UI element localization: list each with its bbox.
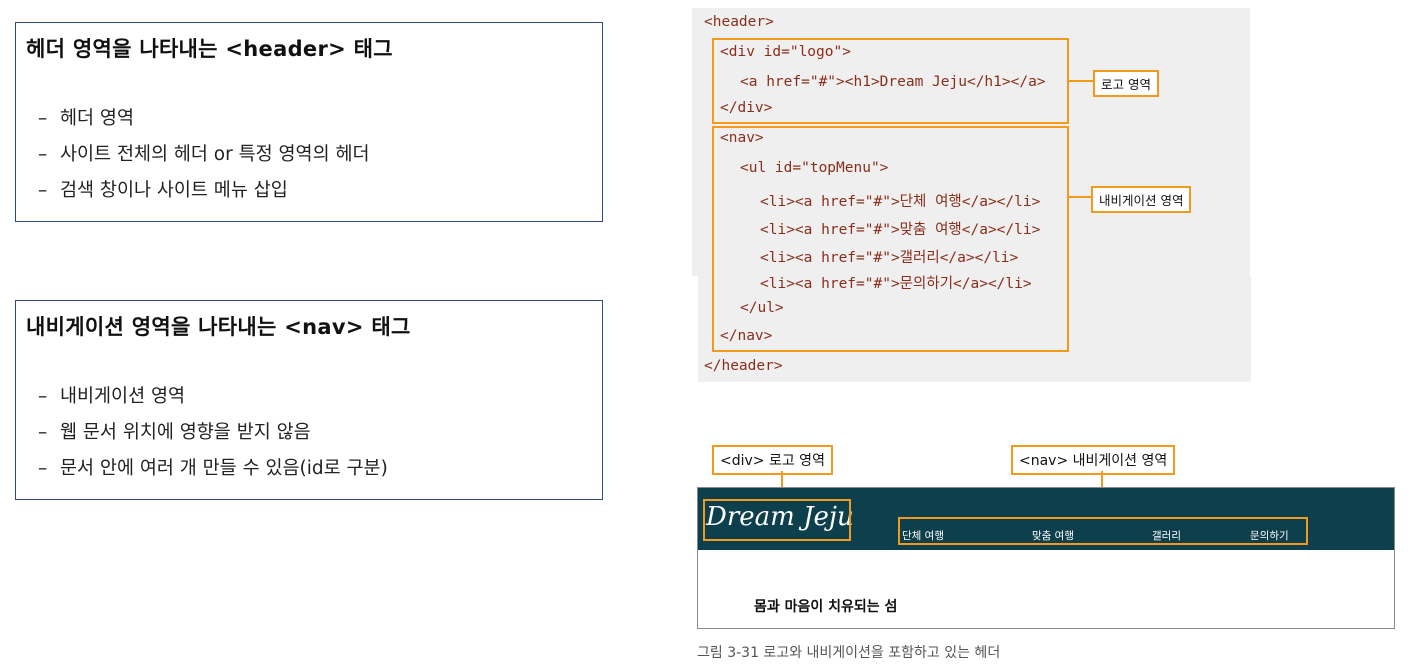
nav-box-list: – 내비게이션 영역 – 웹 문서 위치에 영향을 받지 않음 – 문서 안에 여러 … (38, 379, 388, 487)
logo-label-connector (1069, 80, 1093, 82)
logo-code-highlight (712, 38, 1069, 124)
figure-caption: 그림 3-31 로고와 내비게이션을 포함하고 있는 헤더 (697, 645, 1001, 661)
code-line: <header> (704, 14, 774, 30)
header-tag-box: 헤더 영역을 나타내는 <header> 태그 – 헤더 영역 – 사이트 전체의 … (15, 22, 603, 222)
header-box-list: – 헤더 영역 – 사이트 전체의 헤더 or 특정 영역의 헤더 – 검색 창이나 … (38, 101, 370, 209)
nav-code-highlight (712, 126, 1069, 352)
bullet-dash: – (38, 458, 48, 479)
logo-area-label: 로고 영역 (1093, 70, 1159, 97)
list-item: – 헤더 영역 (38, 101, 370, 137)
bullet-dash: – (38, 108, 48, 129)
list-item: – 문서 안에 여러 개 만들 수 있음(id로 구분) (38, 451, 388, 487)
list-item: – 내비게이션 영역 (38, 379, 388, 415)
bullet-dash: – (38, 180, 48, 201)
list-item: – 검색 창이나 사이트 메뉴 삽입 (38, 173, 370, 209)
header-box-title: 헤더 영역을 나타내는 <header> 태그 (26, 37, 393, 61)
site-tagline: 몸과 마음이 치유되는 섬 (754, 599, 898, 615)
preview-logo-highlight (703, 499, 851, 541)
code-line: </header> (704, 358, 783, 374)
list-item: – 사이트 전체의 헤더 or 특정 영역의 헤더 (38, 137, 370, 173)
nav-box-title: 내비게이션 영역을 나타내는 <nav> 태그 (26, 315, 411, 339)
nav-label-connector (1069, 196, 1091, 198)
bullet-dash: – (38, 386, 48, 407)
preview-nav-highlight (898, 517, 1308, 545)
bullet-dash: – (38, 144, 48, 165)
nav-tag-box: 내비게이션 영역을 나타내는 <nav> 태그 – 내비게이션 영역 – 웹 문서 … (15, 300, 603, 500)
bullet-dash: – (38, 422, 48, 443)
list-item: – 웹 문서 위치에 영향을 받지 않음 (38, 415, 388, 451)
nav-area-label: 내비게이션 영역 (1091, 186, 1192, 213)
preview-logo-label: <div> 로고 영역 (712, 445, 833, 475)
preview-nav-label: <nav> 내비게이션 영역 (1011, 445, 1176, 475)
